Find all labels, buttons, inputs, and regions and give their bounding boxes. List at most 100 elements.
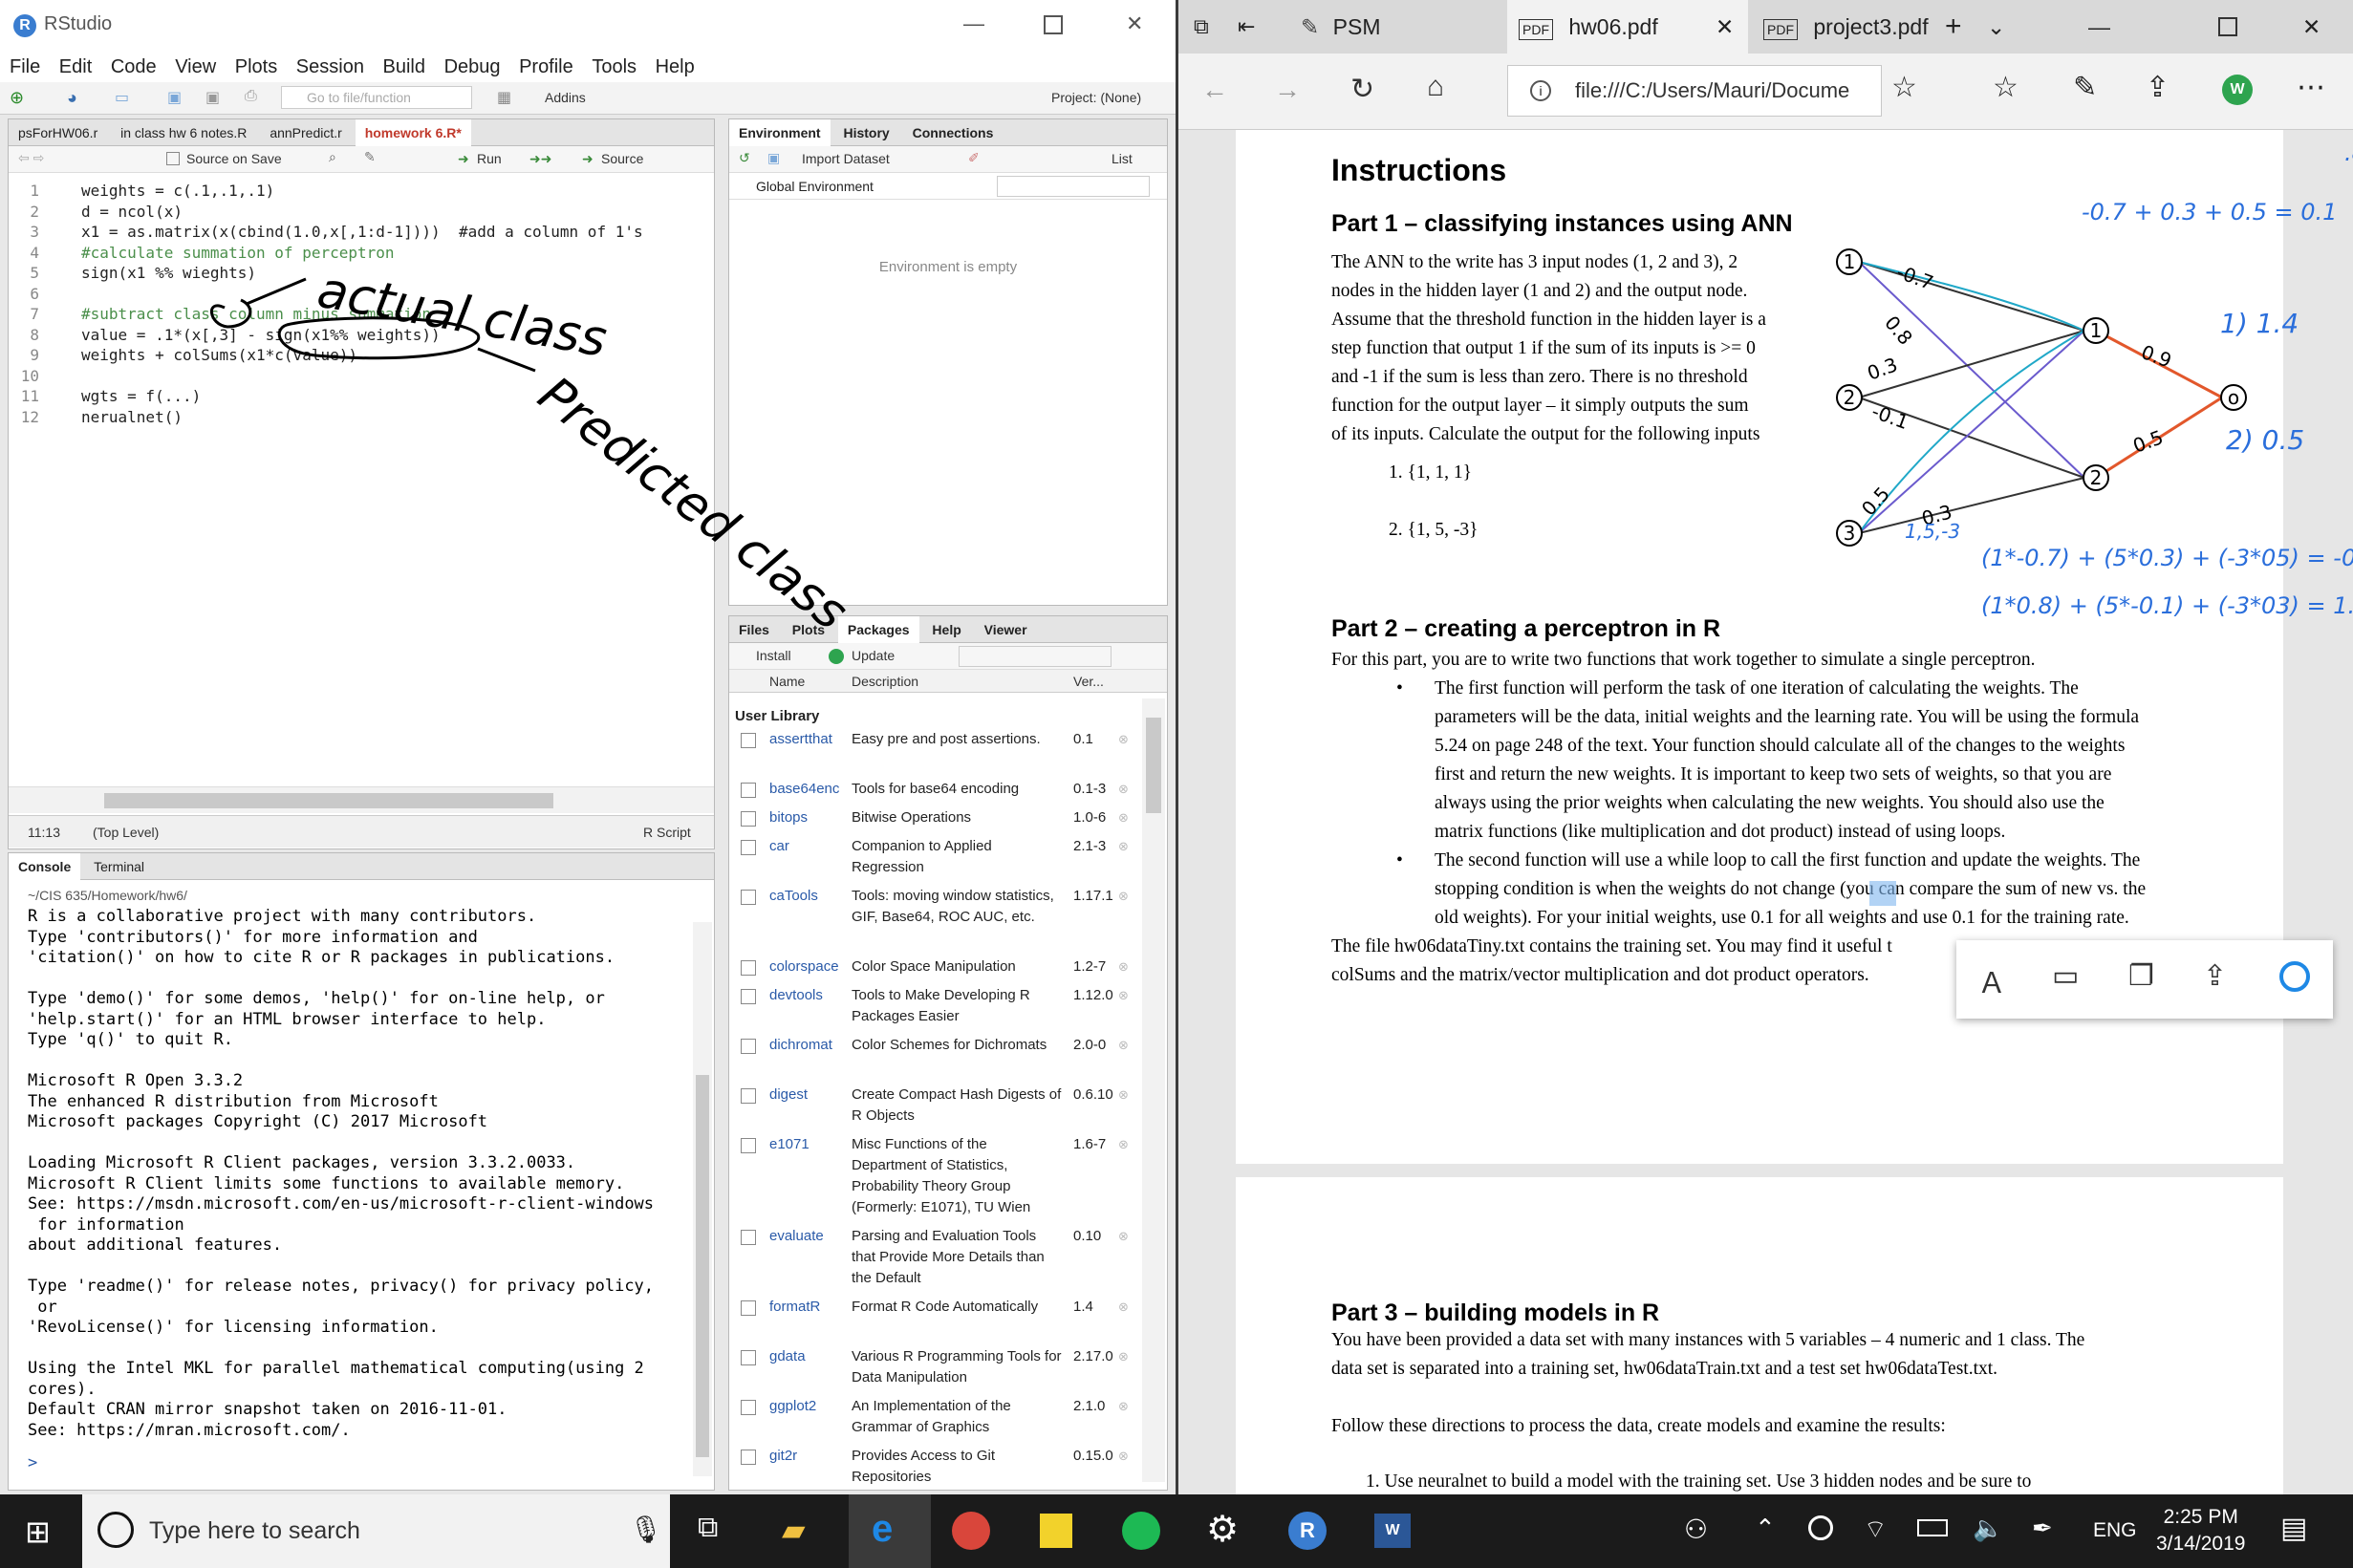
spotify-app-icon[interactable] <box>1122 1512 1160 1550</box>
input-1: 1. {1, 1, 1} <box>1389 462 1472 483</box>
settings-app-icon[interactable]: ⚙ <box>1206 1508 1239 1551</box>
people-icon[interactable]: ⚇ <box>1684 1514 1708 1545</box>
doc-line: 5.24 on page 248 of the text. Your funct… <box>1435 736 2126 756</box>
doc-line: The file hw06dataTiny.txt contains the t… <box>1331 936 1892 956</box>
doc-line: Assume that the threshold function in th… <box>1331 310 1766 330</box>
doc-line: function for the output layer – it simpl… <box>1331 396 1749 416</box>
cortana-search-icon <box>97 1512 134 1548</box>
word-app-icon[interactable]: W <box>1374 1514 1411 1548</box>
define-icon[interactable]: Ａ <box>1977 959 2006 1001</box>
doc-line: first and return the new weights. It is … <box>1435 764 2112 784</box>
part3-follow: Follow these directions to process the d… <box>1331 1416 1946 1436</box>
edge-tabbar: ⧉ ⇤ ✎ PSM 650 Auth PDF hw06.pdf ✕ PDF pr… <box>1178 0 2353 93</box>
tab-project3-label: project3.pdf <box>1813 14 1929 39</box>
file-explorer-icon[interactable]: ▰ <box>782 1512 806 1548</box>
windows-start-icon[interactable]: ⊞ <box>25 1514 51 1550</box>
weight-i1-h1: -0.7 <box>1893 260 1936 294</box>
cortana-icon[interactable] <box>2279 961 2310 992</box>
ink-sum-2: -0.7 + 0.3 + 0.5 = 0.1 <box>2082 199 2338 226</box>
part1-heading: Part 1 – classifying instances using ANN <box>1331 210 1793 237</box>
favorite-star-icon[interactable]: ☆ <box>1891 71 1917 104</box>
ink-calc-1: (1*-0.7) + (5*0.3) + (-3*05) = -0.7 <box>1981 545 2353 571</box>
doc-line: stopping condition is when the weights d… <box>1435 879 2147 899</box>
pen-icon: ✎ <box>1301 14 1320 39</box>
task-view-icon[interactable]: ⧉ <box>698 1512 718 1544</box>
back-icon[interactable]: ← <box>1201 75 1228 105</box>
part2-intro: For this part, you are to write two func… <box>1331 650 2036 670</box>
ink-answer-2: 2) 0.5 <box>2226 424 2305 456</box>
selection-context-toolbar: Ａ ▭ ❐ ⇪ <box>1956 940 2333 1019</box>
tab-dropdown-icon[interactable]: ⌄ <box>1987 0 2005 54</box>
part3-line-2: data set is separated into a training se… <box>1331 1359 1998 1379</box>
share-selection-icon[interactable]: ⇪ <box>2203 959 2227 993</box>
chrome-app-icon[interactable] <box>952 1512 990 1550</box>
rstudio-window: R RStudio — ✕ File Edit Code View Plots … <box>0 0 1176 1494</box>
microphone-icon[interactable]: 🎙 <box>629 1514 663 1545</box>
minimize-icon[interactable]: — <box>2088 0 2110 54</box>
refresh-icon[interactable]: ↻ <box>1350 73 1374 106</box>
close-tab-icon[interactable]: ✕ <box>1716 0 1734 54</box>
more-icon[interactable]: ⋯ <box>2297 71 2325 104</box>
search-placeholder: Type here to search <box>149 1517 360 1544</box>
maximize-icon[interactable] <box>2218 17 2237 36</box>
new-tab-icon[interactable]: + <box>1945 0 1962 54</box>
clock-time: 2:25 PM <box>2163 1506 2238 1528</box>
actual-class-annotation: actual class <box>313 262 612 369</box>
bullet-dot: • <box>1396 850 1403 870</box>
doc-line: colSums and the matrix/vector multiplica… <box>1331 965 1869 985</box>
tab-preview-icon[interactable]: ⧉ <box>1194 0 1209 54</box>
pen-workspace-icon[interactable]: ✒ <box>2032 1514 2053 1543</box>
record-icon[interactable] <box>1808 1515 1833 1540</box>
share-icon[interactable]: ⇪ <box>2146 71 2170 104</box>
home-icon[interactable]: ⌂ <box>1427 71 1444 103</box>
edge-app-icon: e <box>872 1508 894 1550</box>
set-aside-icon[interactable]: ⇤ <box>1238 0 1255 54</box>
input-node-3-label: 3 <box>1844 522 1856 545</box>
pdf-icon: PDF <box>1763 19 1798 40</box>
tab-psm650[interactable]: ✎ PSM 650 Auth <box>1289 0 1421 93</box>
ink-annotations: actual class Predicted class <box>209 262 858 641</box>
part3-heading: Part 3 – building models in R <box>1331 1300 1660 1326</box>
tab-hw06-label: hw06.pdf <box>1568 14 1658 39</box>
action-center-icon[interactable]: ▤ <box>2280 1512 2307 1545</box>
ink-answer-1: 1) 1.4 <box>2220 308 2299 339</box>
bullet-dot: • <box>1396 678 1403 698</box>
close-icon[interactable]: ✕ <box>2302 0 2321 54</box>
language-indicator[interactable]: ENG <box>2093 1519 2137 1542</box>
volume-icon[interactable]: 🔈 <box>1973 1514 2003 1543</box>
weight-i2-h2: -0.1 <box>1868 399 1911 434</box>
comment-icon[interactable]: ▭ <box>2052 959 2079 993</box>
doc-line: and -1 if the sum is less than zero. The… <box>1331 367 1748 387</box>
url-field[interactable]: file:///C:/Users/Mauri/Docume <box>1507 65 1882 117</box>
battery-icon[interactable] <box>1917 1519 1948 1536</box>
input-2: 2. {1, 5, -3} <box>1389 520 1479 540</box>
forward-icon[interactable]: → <box>1274 75 1301 105</box>
extension-icon[interactable]: W <box>2222 75 2253 105</box>
weight-i1-h2: 0.8 <box>1880 311 1917 350</box>
tab-project3[interactable]: PDF project3.pdf <box>1752 0 1939 54</box>
ink-circle-small <box>209 298 252 329</box>
system-clock[interactable]: 2:25 PM 3/14/2019 <box>2156 1504 2245 1557</box>
copy-icon[interactable]: ❐ <box>2128 959 2154 993</box>
wifi-icon[interactable]: ⌔ <box>1864 1514 1887 1545</box>
ink-calc-2: (1*0.8) + (5*-0.1) + (-3*03) = 1.2 <box>1981 592 2353 619</box>
doc-line: The second function will use a while loo… <box>1435 850 2141 870</box>
tab-hw06[interactable]: PDF hw06.pdf ✕ <box>1507 0 1748 54</box>
doc-line: The ANN to the write has 3 input nodes (… <box>1331 252 1738 272</box>
edge-taskbar-active[interactable]: e <box>849 1494 931 1568</box>
doc-line: matrix functions (like multiplication an… <box>1435 822 2006 842</box>
rstudio-app-icon[interactable]: R <box>1288 1512 1327 1550</box>
ink-pointer-actual <box>246 277 307 306</box>
doc-line: of its inputs. Calculate the output for … <box>1331 424 1760 444</box>
sticky-notes-app-icon[interactable] <box>1040 1514 1072 1548</box>
favorites-hub-icon[interactable]: ☆ <box>1993 71 2018 104</box>
show-hidden-icons[interactable]: ⌃ <box>1755 1514 1776 1543</box>
pdf-page-2: Part 3 – building models in R You have b… <box>1236 1177 2283 1494</box>
info-icon[interactable]: i <box>1530 80 1551 101</box>
doc-line: The first function will perform the task… <box>1435 678 2079 698</box>
taskbar-search[interactable]: Type here to search 🎙 <box>82 1494 670 1568</box>
doc-line: old weights). For your initial weights, … <box>1435 908 2129 928</box>
input-node-1-label: 1 <box>1844 250 1856 273</box>
text-selection[interactable] <box>1869 881 1896 906</box>
web-note-icon[interactable]: ✎ <box>2073 71 2097 104</box>
